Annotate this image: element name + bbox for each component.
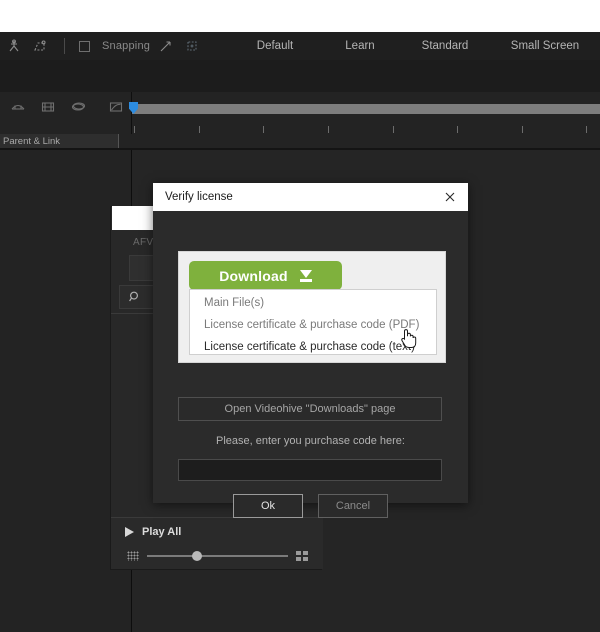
snapping-label: Snapping [102,40,151,52]
timeline-tick-marks [132,126,600,136]
workspace-tabs: Default Learn Standard Small Screen [230,32,600,60]
menu-item-license-text[interactable]: License certificate & purchase code (tex… [190,336,436,358]
open-downloads-page-button[interactable]: Open Videohive "Downloads" page [178,397,442,421]
workspace-tab-standard[interactable]: Standard [400,32,490,60]
snap-target-icon[interactable] [182,37,202,55]
graph-editor-icon[interactable] [108,100,124,114]
download-dropdown-menu: Main File(s) License certificate & purch… [189,289,437,355]
extension-slider-row [127,548,309,564]
workspace-tab-default[interactable]: Default [230,32,320,60]
search-icon [128,290,142,304]
timeline-ruler[interactable] [132,104,600,114]
download-button-label: Download [219,267,288,284]
timeline-icon-group [10,100,124,114]
list-view-icon[interactable] [296,551,309,561]
download-button[interactable]: Download [189,261,342,290]
grid-view-icon[interactable] [127,551,139,561]
app-upper-gap [0,60,600,92]
shy-layers-icon[interactable] [10,100,26,114]
workspace-tab-small-screen[interactable]: Small Screen [490,32,600,60]
extension-footer: Play All [111,517,323,569]
snap-arrow-icon[interactable] [156,37,176,55]
dialog-body: Download Main File(s) License certificat… [153,211,468,518]
purchase-code-label: Please, enter you purchase code here: [216,435,405,447]
toolbar-divider [64,38,65,54]
play-all-label: Play All [142,526,182,538]
download-area: Download Main File(s) License certificat… [178,251,446,363]
dialog-actions: Ok Cancel [153,494,468,518]
slider-knob[interactable] [192,551,203,561]
toolbar-tool-group: Snapping [0,37,202,55]
play-all-button[interactable]: Play All [125,526,181,538]
menu-item-license-pdf[interactable]: License certificate & purchase code (PDF… [190,314,436,336]
play-icon [125,527,134,537]
motion-blur-icon[interactable] [70,100,86,114]
roto-brush-icon[interactable] [30,37,50,55]
app-root: Snapping Default Learn Standard Small Sc… [0,0,600,632]
cancel-button[interactable]: Cancel [318,494,388,518]
parent-and-link-header: Parent & Link [0,134,118,148]
frame-blend-icon[interactable] [40,100,56,114]
ok-button[interactable]: Ok [233,494,303,518]
verify-license-dialog: Verify license Download Main File(s) Lic… [153,183,468,518]
parent-column-handle[interactable] [118,134,132,148]
workspace-tab-learn[interactable]: Learn [320,32,400,60]
download-arrow-icon [299,269,312,282]
dialog-title-bar: Verify license [153,183,468,211]
close-icon[interactable] [442,189,458,205]
dialog-title: Verify license [165,191,233,203]
purchase-code-input[interactable] [178,459,442,481]
snapping-checkbox[interactable] [79,40,90,52]
thumbnail-size-slider[interactable] [147,551,288,561]
window-top-strip [0,0,600,32]
menu-item-main-files[interactable]: Main File(s) [190,292,436,314]
puppet-pin-icon[interactable] [4,37,24,55]
